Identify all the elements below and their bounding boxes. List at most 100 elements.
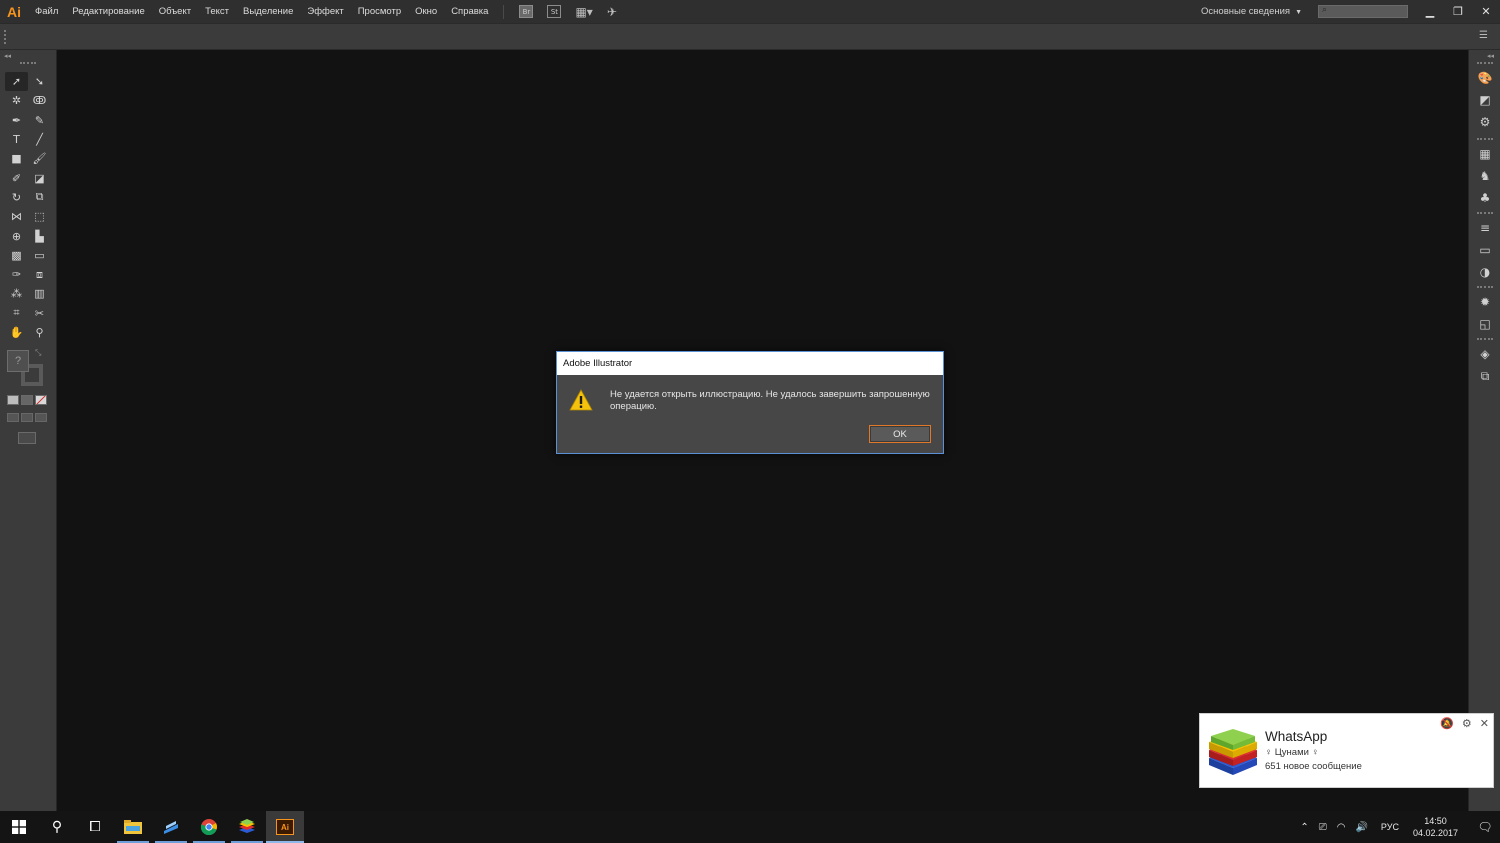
- chevron-up-icon[interactable]: ⌃: [1300, 822, 1308, 833]
- expand-panels-icon[interactable]: ◂◂: [1487, 52, 1494, 60]
- swatches-panel-icon[interactable]: ▦: [1474, 143, 1496, 165]
- bridge-icon[interactable]: Br: [519, 5, 534, 18]
- arrange-documents-icon[interactable]: ▦▾: [575, 5, 592, 19]
- menu-object[interactable]: Объект: [152, 0, 198, 23]
- dock-grip[interactable]: [1477, 338, 1493, 340]
- magic-wand-tool-icon[interactable]: ✲: [5, 91, 28, 110]
- artboards-panel-icon[interactable]: ⧉: [1474, 365, 1496, 387]
- menu-view[interactable]: Просмотр: [351, 0, 408, 23]
- ok-button[interactable]: OK: [869, 425, 931, 443]
- taskbar-chrome[interactable]: [190, 811, 228, 843]
- artboard-tool-icon[interactable]: ⌗: [5, 304, 28, 323]
- taskbar-store[interactable]: [152, 811, 190, 843]
- clock[interactable]: 14:50 04.02.2017: [1413, 815, 1458, 839]
- rotate-tool-icon[interactable]: ↻: [5, 188, 28, 207]
- collapse-toolbar-icon[interactable]: ◂◂: [4, 52, 11, 60]
- fill-stroke-widget[interactable]: ? ⤡: [7, 348, 47, 388]
- hand-tool-icon[interactable]: ✋: [5, 323, 28, 342]
- draw-behind-button[interactable]: [21, 413, 33, 422]
- search-button[interactable]: ⚲: [38, 811, 76, 843]
- control-bar-grip[interactable]: [4, 30, 6, 44]
- screen-mode-button[interactable]: [18, 432, 36, 444]
- menu-edit[interactable]: Редактирование: [65, 0, 151, 23]
- direct-selection-tool-icon[interactable]: ➘: [28, 72, 51, 91]
- width-tool-icon[interactable]: ⋈: [5, 207, 28, 226]
- draw-inside-button[interactable]: [35, 413, 47, 422]
- color-guide-panel-icon[interactable]: ◩: [1474, 89, 1496, 111]
- menu-window[interactable]: Окно: [408, 0, 444, 23]
- free-transform-tool-icon[interactable]: ⬚: [28, 207, 51, 226]
- paintbrush-tool-icon[interactable]: 🖌: [28, 149, 51, 168]
- stock-icon[interactable]: St: [547, 5, 562, 18]
- toolbar-grip[interactable]: [20, 62, 36, 64]
- gradient-panel-icon[interactable]: ▭: [1474, 239, 1496, 261]
- menu-type[interactable]: Текст: [198, 0, 236, 23]
- menu-file[interactable]: Файл: [28, 0, 65, 23]
- zoom-tool-icon[interactable]: ⚲: [28, 323, 51, 342]
- brushes-panel-icon[interactable]: ♞: [1474, 165, 1496, 187]
- panel-menu-icon[interactable]: ☰: [1479, 30, 1488, 41]
- workspace-switcher[interactable]: Основные сведения ▼: [1201, 6, 1302, 17]
- gradient-tool-icon[interactable]: ▭: [28, 246, 51, 265]
- curvature-tool-icon[interactable]: ✎: [28, 111, 51, 130]
- slice-tool-icon[interactable]: ✂: [28, 304, 51, 323]
- perspective-grid-tool-icon[interactable]: ▙: [28, 226, 51, 245]
- eraser-tool-icon[interactable]: ◪: [28, 168, 51, 187]
- mute-bell-icon[interactable]: 🔕: [1440, 717, 1454, 730]
- help-search-input[interactable]: ⌕: [1318, 5, 1408, 18]
- gear-icon[interactable]: ⚙: [1462, 717, 1472, 730]
- type-tool-icon[interactable]: T: [5, 130, 28, 149]
- gradient-button[interactable]: [21, 395, 33, 405]
- swap-fill-stroke-icon[interactable]: ⤡: [35, 348, 41, 358]
- symbols-panel-icon[interactable]: ♣: [1474, 187, 1496, 209]
- shaper-tool-icon[interactable]: ✐: [5, 168, 28, 187]
- menu-help[interactable]: Справка: [444, 0, 495, 23]
- selection-tool-icon[interactable]: ➚: [5, 72, 28, 92]
- restore-button[interactable]: ❐: [1444, 0, 1472, 23]
- rectangle-tool-icon[interactable]: ■: [5, 149, 28, 168]
- none-button[interactable]: [35, 395, 47, 405]
- color-button[interactable]: [7, 395, 19, 405]
- menu-effect[interactable]: Эффект: [300, 0, 350, 23]
- action-center-button[interactable]: 🗨: [1470, 820, 1500, 834]
- close-button[interactable]: ✕: [1472, 0, 1500, 23]
- dock-grip[interactable]: [1477, 286, 1493, 288]
- notification-toast[interactable]: WhatsApp ♀ Цунами ♀ 651 новое сообщение …: [1199, 713, 1494, 788]
- mesh-tool-icon[interactable]: ▩: [5, 246, 28, 265]
- lasso-tool-icon[interactable]: ↂ: [28, 91, 51, 110]
- draw-normal-button[interactable]: [7, 413, 19, 422]
- app-logo[interactable]: Ai: [0, 0, 28, 23]
- color-panel-icon[interactable]: 🎨: [1474, 67, 1496, 89]
- close-icon[interactable]: ✕: [1480, 717, 1489, 730]
- color-themes-panel-icon[interactable]: ⚙: [1474, 111, 1496, 133]
- scale-tool-icon[interactable]: ⧉: [28, 188, 51, 207]
- fill-swatch[interactable]: ?: [7, 350, 29, 372]
- wifi-icon[interactable]: ◠: [1337, 822, 1346, 833]
- taskbar-file-explorer[interactable]: [114, 811, 152, 843]
- dock-grip[interactable]: [1477, 212, 1493, 214]
- graphic-styles-panel-icon[interactable]: ◱: [1474, 313, 1496, 335]
- menu-select[interactable]: Выделение: [236, 0, 300, 23]
- gpu-rocket-icon[interactable]: ✈: [607, 5, 617, 19]
- layers-panel-icon[interactable]: ◈: [1474, 343, 1496, 365]
- input-language[interactable]: РУС: [1381, 822, 1399, 832]
- transparency-panel-icon[interactable]: ◑: [1474, 261, 1496, 283]
- minimize-button[interactable]: ▁: [1416, 0, 1444, 23]
- task-view-button[interactable]: ⧠: [76, 811, 114, 843]
- dock-grip[interactable]: [1477, 62, 1493, 64]
- line-tool-icon[interactable]: ╱: [28, 130, 51, 149]
- start-button[interactable]: [0, 811, 38, 843]
- pen-tool-icon[interactable]: ✒: [5, 111, 28, 130]
- taskbar-illustrator[interactable]: Ai: [266, 811, 304, 843]
- blend-tool-icon[interactable]: ⧈: [28, 265, 51, 284]
- dock-grip[interactable]: [1477, 138, 1493, 140]
- volume-icon[interactable]: 🔊: [1355, 822, 1367, 833]
- symbol-sprayer-tool-icon[interactable]: ⁂: [5, 284, 28, 303]
- taskbar-bluestacks[interactable]: [228, 811, 266, 843]
- shape-builder-tool-icon[interactable]: ⊕: [5, 226, 28, 245]
- appearance-panel-icon[interactable]: ✹: [1474, 291, 1496, 313]
- eyedropper-tool-icon[interactable]: ✑: [5, 265, 28, 284]
- stroke-panel-icon[interactable]: ≡: [1474, 217, 1496, 239]
- column-graph-tool-icon[interactable]: ▥: [28, 284, 51, 303]
- network-adapter-icon[interactable]: ⎚: [1319, 822, 1327, 833]
